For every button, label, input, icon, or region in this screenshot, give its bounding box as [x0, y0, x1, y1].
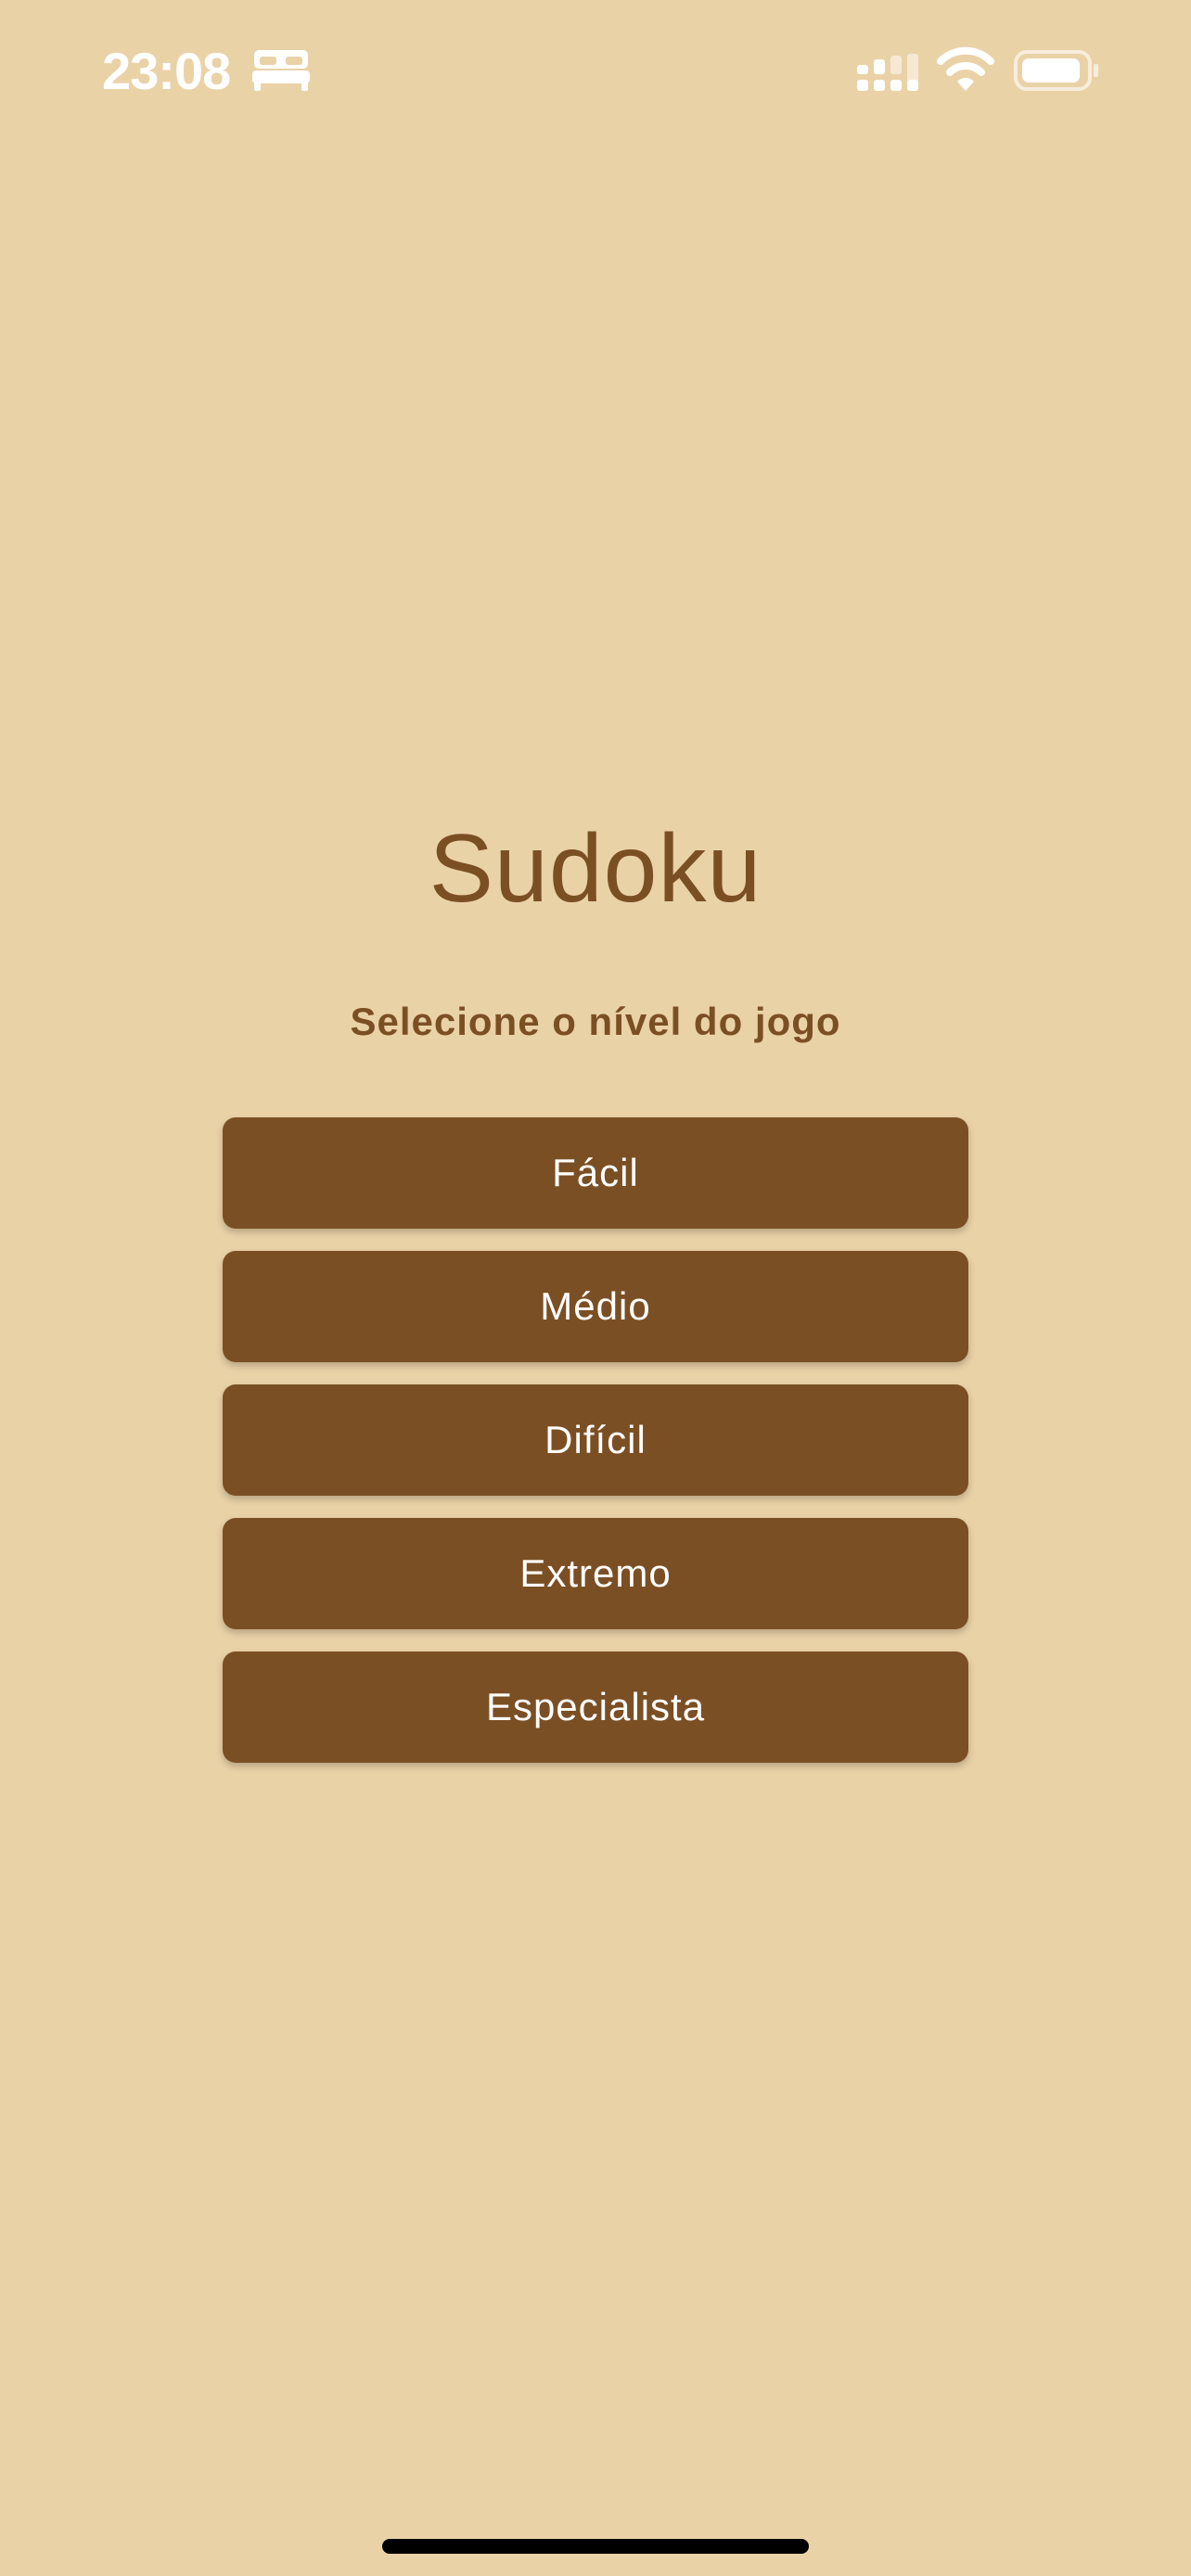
cellular-signal-icon [855, 52, 920, 93]
level-hard-button[interactable]: Difícil [223, 1384, 968, 1496]
level-extreme-button[interactable]: Extremo [223, 1518, 968, 1629]
home-indicator[interactable] [382, 2539, 809, 2554]
status-bar: 23:08 [0, 0, 1191, 139]
wifi-icon [937, 46, 994, 93]
page-title: Sudoku [429, 815, 762, 923]
status-time: 23:08 [102, 42, 231, 100]
level-medium-button[interactable]: Médio [223, 1251, 968, 1362]
battery-icon [1013, 49, 1100, 92]
level-expert-button[interactable]: Especialista [223, 1651, 968, 1763]
bed-icon [252, 48, 310, 91]
level-list: Fácil Médio Difícil Extremo Especialista [223, 1117, 968, 1785]
level-easy-button[interactable]: Fácil [223, 1117, 968, 1229]
level-prompt: Selecione o nível do jogo [350, 1000, 841, 1043]
